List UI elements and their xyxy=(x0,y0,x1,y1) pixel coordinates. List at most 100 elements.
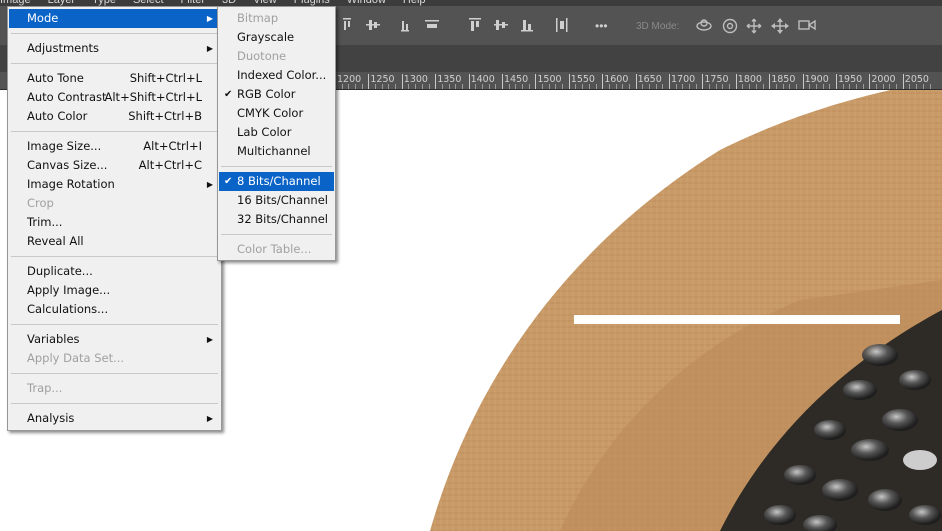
image-menu-item-reveal-all[interactable]: Reveal All xyxy=(9,232,220,251)
menu-separator xyxy=(11,403,218,404)
menu-item-label: 32 Bits/Channel xyxy=(237,212,328,226)
submenu-arrow-icon: ▶ xyxy=(206,414,213,423)
menu-item-label: Multichannel xyxy=(237,144,311,158)
menu-item-shortcut: Alt+Ctrl+C xyxy=(138,158,202,172)
menu-separator xyxy=(11,33,218,34)
mode-menu-item-8-bits-channel[interactable]: ✔ 8 Bits/Channel xyxy=(219,172,334,191)
image-menu-item-auto-contrast[interactable]: Auto Contrast Alt+Shift+Ctrl+L xyxy=(9,88,220,107)
mode-menu-item-grayscale[interactable]: Grayscale xyxy=(219,28,334,47)
menu-item-label: RGB Color xyxy=(237,87,296,101)
distribute-bottom-icon[interactable] xyxy=(520,18,534,32)
image-menu-item-auto-color[interactable]: Auto Color Shift+Ctrl+B xyxy=(9,107,220,126)
menu-separator xyxy=(11,324,218,325)
mode-submenu: Bitmap Grayscale Duotone Indexed Color... ✔ R… xyxy=(217,6,336,261)
menu-item-label: Indexed Color... xyxy=(237,68,327,82)
3d-slide-icon[interactable] xyxy=(771,18,789,34)
ruler-minor-tick xyxy=(595,84,597,89)
distribute-left-icon[interactable] xyxy=(555,18,569,32)
align-top-icon[interactable] xyxy=(340,18,354,32)
ruler-tick xyxy=(635,74,637,89)
menu-item-label: Variables xyxy=(27,332,80,346)
mode-menu-item-16-bits-channel[interactable]: 16 Bits/Channel xyxy=(219,191,334,210)
mode-menu-item-bitmap: Bitmap xyxy=(219,9,334,28)
image-menu-item-crop: Crop xyxy=(9,194,220,213)
ruler-minor-tick xyxy=(729,84,731,89)
3d-roll-icon[interactable] xyxy=(722,18,738,34)
mode-menu-item-duotone: Duotone xyxy=(219,47,334,66)
menu-item-label: Image Size... xyxy=(27,139,102,153)
checkmark-icon: ✔ xyxy=(224,176,233,187)
mode-menu-item-rgb-color[interactable]: ✔ RGB Color xyxy=(219,85,334,104)
align-bottom-icon[interactable] xyxy=(398,18,412,32)
3d-camera-icon[interactable] xyxy=(798,18,816,32)
distribute-center-icon[interactable] xyxy=(425,18,439,32)
image-menu-item-mode[interactable]: Mode ▶ xyxy=(9,9,220,28)
ruler-minor-tick xyxy=(495,84,497,89)
menu-item-label: Mode xyxy=(27,11,59,25)
more-options-button[interactable]: ••• xyxy=(595,19,608,33)
ruler-tick xyxy=(602,74,604,89)
mode-menu-item-cmyk-color[interactable]: CMYK Color xyxy=(219,104,334,123)
ruler-minor-tick xyxy=(562,84,564,89)
submenu-arrow-icon: ▶ xyxy=(206,180,213,189)
ruler-minor-tick xyxy=(428,84,430,89)
menu-separator xyxy=(11,373,218,374)
ruler-tick-label: 1850 xyxy=(771,74,796,85)
image-menu-item-trim[interactable]: Trim... xyxy=(9,213,220,232)
menu-item-shortcut: Alt+Ctrl+I xyxy=(143,139,202,153)
image-menu-item-adjustments[interactable]: Adjustments ▶ xyxy=(9,39,220,58)
ruler-tick-label: 1600 xyxy=(604,74,629,85)
mode-menu-item-32-bits-channel[interactable]: 32 Bits/Channel xyxy=(219,210,334,229)
menu-item-shortcut: Alt+Shift+Ctrl+L xyxy=(104,90,203,104)
mode-menu-item-indexed-color[interactable]: Indexed Color... xyxy=(219,66,334,85)
image-menu-item-auto-tone[interactable]: Auto Tone Shift+Ctrl+L xyxy=(9,69,220,88)
3d-pan-icon[interactable] xyxy=(746,18,762,34)
ruler-tick-label: 1500 xyxy=(537,74,562,85)
menu-item-label: Apply Image... xyxy=(27,283,111,297)
image-menu-item-apply-image[interactable]: Apply Image... xyxy=(9,281,220,300)
ruler-tick-label: 1400 xyxy=(470,74,495,85)
image-menu-item-duplicate[interactable]: Duplicate... xyxy=(9,262,220,281)
ruler-tick-label: 2050 xyxy=(904,74,929,85)
submenu-arrow-icon: ▶ xyxy=(206,44,213,53)
menu-item-label: Grayscale xyxy=(237,30,295,44)
ruler-tick-label: 1300 xyxy=(403,74,428,85)
submenu-arrow-icon: ▶ xyxy=(206,14,213,23)
ruler-minor-tick xyxy=(762,84,764,89)
ruler-minor-tick xyxy=(795,84,797,89)
ruler-tick xyxy=(836,74,837,89)
3d-orbit-icon[interactable] xyxy=(695,18,713,32)
image-menu-item-image-rotation[interactable]: Image Rotation ▶ xyxy=(9,175,220,194)
image-menu-item-variables[interactable]: Variables ▶ xyxy=(9,330,220,349)
menu-item-label: 16 Bits/Channel xyxy=(237,193,328,207)
ruler-tick xyxy=(368,74,370,89)
image-menu-item-canvas-size[interactable]: Canvas Size... Alt+Ctrl+C xyxy=(9,156,220,175)
image-menu-item-analysis[interactable]: Analysis ▶ xyxy=(9,409,220,428)
distribute-top-icon[interactable] xyxy=(468,18,482,32)
ruler-tick-label: 1800 xyxy=(737,74,762,85)
ruler-minor-tick xyxy=(395,84,397,89)
mode-menu-item-lab-color[interactable]: Lab Color xyxy=(219,123,334,142)
ruler-minor-tick xyxy=(695,84,697,89)
menu-item-shortcut: Shift+Ctrl+L xyxy=(129,71,202,85)
image-menu-item-trap: Trap... xyxy=(9,379,220,398)
menu-item-label: Crop xyxy=(27,196,54,210)
image-menu-item-image-size[interactable]: Image Size... Alt+Ctrl+I xyxy=(9,137,220,156)
ruler-tick xyxy=(869,74,871,89)
menu-item-label: Image Rotation xyxy=(27,177,115,191)
ruler-tick-label: 1900 xyxy=(804,74,829,85)
menu-item-label: Analysis xyxy=(27,411,75,425)
align-vcenter-icon[interactable] xyxy=(366,18,380,32)
ruler-minor-tick xyxy=(662,84,664,89)
menu-item-label: Duplicate... xyxy=(27,264,93,278)
ruler-tick xyxy=(802,74,804,89)
distribute-vcenter-icon[interactable] xyxy=(494,18,508,32)
image-menu-item-calculations[interactable]: Calculations... xyxy=(9,300,220,319)
ruler-minor-tick xyxy=(461,84,463,89)
menu-item-label: Bitmap xyxy=(237,11,279,25)
ruler-minor-tick xyxy=(896,84,898,89)
ruler-tick xyxy=(735,74,737,89)
3d-mode-label: 3D Mode: xyxy=(636,21,680,32)
ruler-tick xyxy=(568,74,570,89)
mode-menu-item-multichannel[interactable]: Multichannel xyxy=(219,142,334,161)
